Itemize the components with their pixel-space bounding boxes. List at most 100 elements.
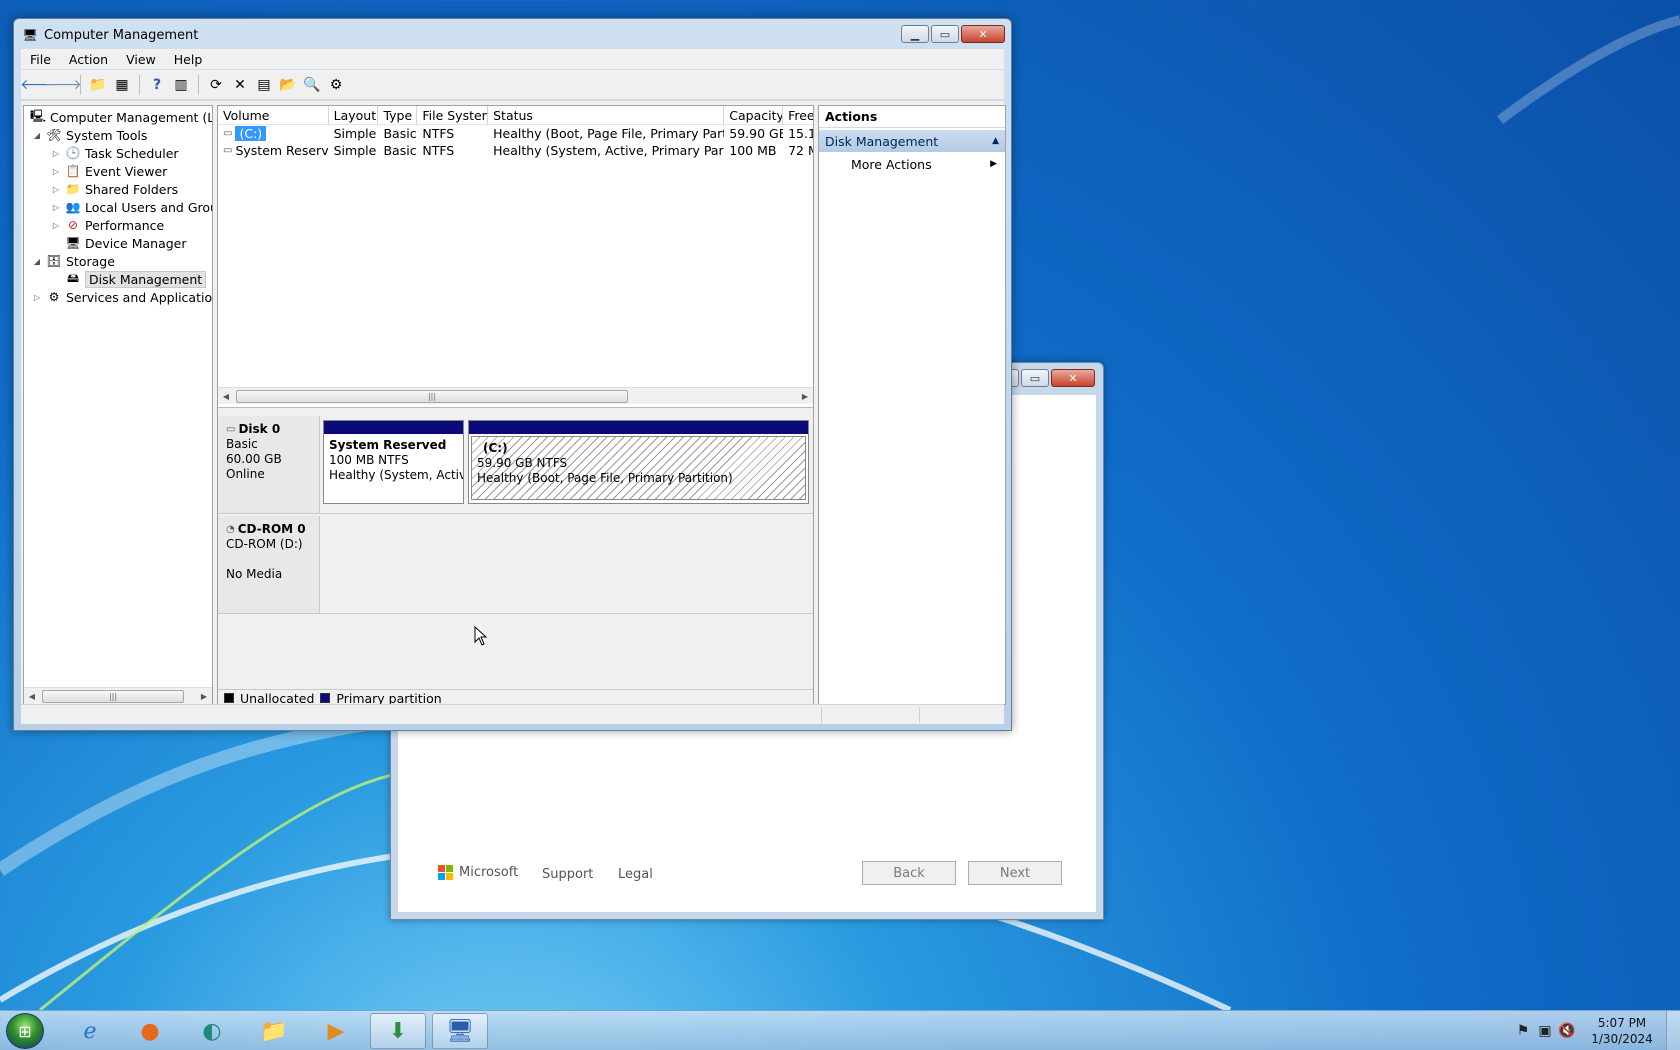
legend: Unallocated Primary partition <box>218 689 813 704</box>
expand-icon[interactable]: ▷ <box>51 185 61 194</box>
scroll-left-icon[interactable]: ◀ <box>24 692 40 701</box>
media-player-icon[interactable]: ▶ <box>308 1013 364 1049</box>
expand-icon[interactable]: ▷ <box>51 167 61 176</box>
column-header-free[interactable]: Free <box>783 106 813 125</box>
tree-item-local-users-and-groups[interactable]: ▷ 👥 Local Users and Groups <box>51 198 212 216</box>
maximize-button[interactable]: ▭ <box>931 25 959 43</box>
volume-horizontal-scrollbar[interactable]: ◀ ||| ▶ <box>218 387 813 404</box>
firefox-icon[interactable]: ● <box>122 1013 178 1049</box>
network-icon[interactable]: ▣ <box>1534 1020 1556 1042</box>
menu-help[interactable]: Help <box>165 52 212 67</box>
properties-icon[interactable]: ▤ <box>254 75 274 95</box>
open-icon[interactable]: 📂 <box>278 75 298 95</box>
table-row[interactable]: ▭ (C:) Simple Basic NTFS Healthy (Boot, … <box>218 125 813 142</box>
tree-item-system-tools[interactable]: ◢ 🛠 System Tools <box>32 126 147 144</box>
title-bar[interactable]: 🖥 Computer Management <box>22 27 198 43</box>
cdrom-media-state: No Media <box>226 567 283 581</box>
minimize-button[interactable]: ▁ <box>901 25 929 43</box>
show-desktop-button[interactable] <box>1666 1011 1680 1050</box>
column-header-volume[interactable]: Volume <box>218 106 329 125</box>
show-hide-tree-icon[interactable]: ▦ <box>112 75 132 95</box>
tree-item-label: Event Viewer <box>85 163 168 179</box>
tree-item-services-and-applications[interactable]: ▷ ⚙ Services and Applications <box>32 288 212 306</box>
search-icon[interactable]: 🔍 <box>302 75 322 95</box>
scroll-left-icon[interactable]: ◀ <box>218 392 234 401</box>
computer-management-icon: 🖥 <box>22 28 38 42</box>
tree-item-task-scheduler[interactable]: ▷ 🕒 Task Scheduler <box>51 144 179 162</box>
actions-section-disk-management[interactable]: Disk Management ▲ <box>819 130 1005 152</box>
disk-0-row[interactable]: ▭ Disk 0 Basic 60.00 GB Online System Re… <box>218 416 813 514</box>
expand-icon[interactable]: ▷ <box>32 293 42 302</box>
status-bar <box>21 704 1004 724</box>
scroll-thumb[interactable]: ||| <box>236 389 628 403</box>
tree-item-event-viewer[interactable]: ▷ 📋 Event Viewer <box>51 162 167 180</box>
installer-icon[interactable]: ⬇ <box>370 1013 426 1049</box>
refresh-icon[interactable]: ⟳ <box>206 75 226 95</box>
cdrom-0-info[interactable]: ◔ CD-ROM 0 CD-ROM (D:) No Media <box>218 516 320 613</box>
column-header-layout[interactable]: Layout <box>329 106 379 125</box>
app-icon[interactable]: ◐ <box>184 1013 240 1049</box>
back-button[interactable]: Back <box>862 861 956 885</box>
column-header-file-system[interactable]: File System <box>417 106 489 125</box>
clock[interactable]: 5:07 PM 1/30/2024 <box>1578 1015 1666 1047</box>
client-area: 🖳 Computer Management (Local ◢ 🛠 System … <box>21 101 1006 705</box>
drive-icon: ▭ <box>223 145 233 156</box>
show-action-pane-icon[interactable]: ▥ <box>171 75 191 95</box>
setup-close-button[interactable]: ✕ <box>1051 369 1095 387</box>
collapse-icon[interactable]: ◢ <box>32 131 42 140</box>
expand-icon[interactable]: ▷ <box>51 203 61 212</box>
up-folder-icon[interactable]: 📁 <box>88 75 108 95</box>
tree-item-label: Disk Management <box>85 270 207 288</box>
legal-link[interactable]: Legal <box>618 867 653 882</box>
column-header-type[interactable]: Type <box>378 106 418 125</box>
tree-horizontal-scrollbar[interactable]: ◀ ||| ▶ <box>24 687 212 704</box>
scroll-right-icon[interactable]: ▶ <box>196 692 212 701</box>
menu-file[interactable]: File <box>21 52 60 67</box>
menu-view[interactable]: View <box>117 52 165 67</box>
capacity-cell: 100 MB <box>729 143 777 158</box>
collapse-up-icon[interactable]: ▲ <box>992 136 999 146</box>
start-button[interactable]: ⊞ <box>6 1013 44 1049</box>
next-button[interactable]: Next <box>968 861 1062 885</box>
toolbar: 🡐 🡒 📁 ▦ ? ▥ ⟳ ✕ ▤ 📂 🔍 ⚙ <box>20 70 1004 100</box>
device-manager-icon: 🖥 <box>65 236 81 250</box>
partition-title: System Reserved <box>329 438 447 452</box>
action-center-flag-icon[interactable]: ⚑ <box>1512 1020 1534 1042</box>
table-row[interactable]: ▭ System Reserved Simple Basic NTFS Heal… <box>218 142 813 159</box>
column-header-capacity[interactable]: Capacity <box>724 106 784 125</box>
tree-item-shared-folders[interactable]: ▷ 📁 Shared Folders <box>51 180 178 198</box>
more-actions-item[interactable]: More Actions ▶ <box>819 152 1005 176</box>
cdrom-0-row[interactable]: ◔ CD-ROM 0 CD-ROM (D:) No Media <box>218 516 813 614</box>
scroll-thumb[interactable]: ||| <box>42 689 184 703</box>
column-header-status[interactable]: Status <box>488 106 725 125</box>
scroll-right-icon[interactable]: ▶ <box>797 392 813 401</box>
help-icon[interactable]: ? <box>147 75 167 95</box>
partition-system-reserved[interactable]: System Reserved 100 MB NTFS Healthy (Sys… <box>323 420 464 504</box>
computer-management-icon[interactable]: 🖥 <box>432 1013 488 1049</box>
file-system-cell: NTFS <box>422 126 455 141</box>
file-explorer-icon[interactable]: 📁 <box>246 1013 302 1049</box>
setup-maximize-button[interactable]: ▭ <box>1021 369 1049 387</box>
disk-0-info[interactable]: ▭ Disk 0 Basic 60.00 GB Online <box>218 416 320 513</box>
expand-icon[interactable]: ▷ <box>51 149 61 158</box>
close-button[interactable]: ✕ <box>961 25 1005 43</box>
internet-explorer-icon[interactable]: ℯ <box>62 1013 118 1049</box>
support-link[interactable]: Support <box>542 867 593 882</box>
forward-arrow-icon[interactable]: 🡒 <box>44 75 82 95</box>
tree-item-storage[interactable]: ◢ 🗄 Storage <box>32 252 115 270</box>
delete-icon[interactable]: ✕ <box>230 75 250 95</box>
type-cell: Basic <box>383 126 417 141</box>
tree-item-label: Shared Folders <box>85 181 179 197</box>
tree-item-disk-management[interactable]: 🖴 Disk Management <box>51 270 207 288</box>
expand-icon[interactable]: ▷ <box>51 221 61 230</box>
settings-icon[interactable]: ⚙ <box>326 75 346 95</box>
menu-action[interactable]: Action <box>60 52 117 67</box>
tree-item-computer-management[interactable]: 🖳 Computer Management (Local <box>26 108 212 126</box>
tree-item-performance[interactable]: ▷ ⊘ Performance <box>51 216 164 234</box>
collapse-icon[interactable]: ◢ <box>32 257 42 266</box>
tree-item-device-manager[interactable]: 🖥 Device Manager <box>51 234 186 252</box>
partition-status: Healthy (System, Active, <box>329 468 463 482</box>
cdrom-drive-letter: CD-ROM (D:) <box>226 537 303 551</box>
partition-c-drive[interactable]: (C:) 59.90 GB NTFS Healthy (Boot, Page F… <box>468 420 809 504</box>
volume-muted-icon[interactable]: 🔇 <box>1556 1020 1578 1042</box>
